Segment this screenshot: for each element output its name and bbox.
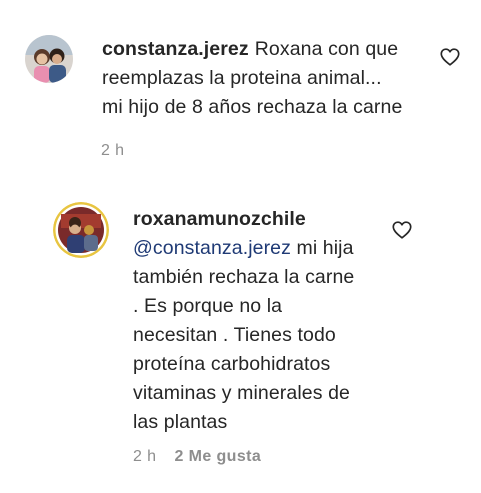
reply-text-line: proteína carbohidratos [133, 353, 331, 375]
reply-text-line: necesitan . Tienes todo [133, 324, 336, 346]
comment-text-line: Roxana con que [254, 38, 399, 60]
reply-text-line: también rechaza la carne [133, 266, 355, 288]
heart-outline-icon[interactable] [439, 46, 461, 68]
comment: constanza.jerez Roxana con que reemplazas… [0, 0, 481, 170]
comment-body: constanza.jerez Roxana con que reemplazas… [102, 35, 442, 122]
comment-text-line: mi hijo de 8 años rechaza la carne [102, 96, 403, 118]
avatar-photo [53, 202, 109, 258]
reply-body: roxanamunozchile @constanza.jerez mi hij… [133, 205, 413, 437]
heart-outline-icon[interactable] [391, 219, 413, 241]
reply-timestamp[interactable]: 2 h [133, 448, 156, 465]
reply-meta: 2 h 2 Me gusta [133, 448, 261, 466]
reply-mention-link[interactable]: @constanza.jerez [133, 237, 291, 259]
reply: roxanamunozchile @constanza.jerez mi hij… [0, 190, 481, 490]
comment-timestamp[interactable]: 2 h [101, 142, 124, 159]
reply-likes-count[interactable]: 2 Me gusta [174, 448, 261, 465]
avatar-photo [25, 35, 73, 83]
comment-text-line: reemplazas la proteina animal... [102, 67, 382, 89]
reply-text-line: vitaminas y minerales de [133, 382, 350, 404]
avatar[interactable] [25, 35, 73, 83]
reply-text-line: mi hija [290, 237, 354, 259]
comment-username[interactable]: constanza.jerez [102, 38, 249, 60]
avatar[interactable] [53, 202, 109, 258]
reply-text-line: . Es porque no la [133, 295, 283, 317]
comment-meta: 2 h [101, 142, 124, 160]
reply-text-line: las plantas [133, 411, 228, 433]
reply-username[interactable]: roxanamunozchile [133, 205, 413, 234]
